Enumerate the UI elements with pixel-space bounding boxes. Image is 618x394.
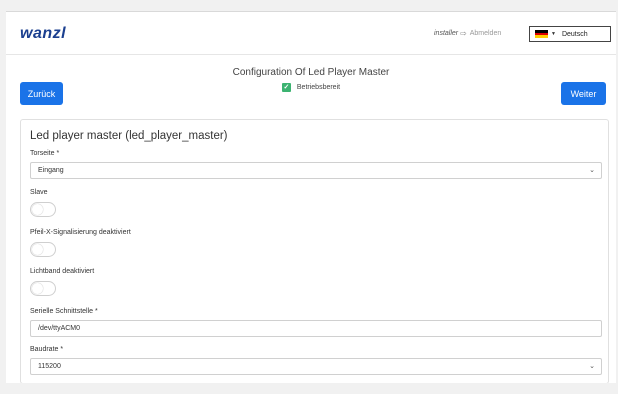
- chevron-down-icon: ⌄: [589, 363, 595, 370]
- chevron-down-icon: ⌄: [589, 167, 595, 174]
- torseite-label: Torseite *: [30, 150, 60, 157]
- bottom-bar: [0, 383, 618, 394]
- baud-label: Baudrate *: [30, 346, 64, 353]
- status-label: Betriebsbereit: [296, 84, 341, 91]
- language-select[interactable]: ▼ Deutsch: [529, 26, 611, 42]
- logo[interactable]: wanzl: [20, 25, 66, 43]
- card-title: Led player master (led_player_master): [30, 130, 228, 142]
- back-button[interactable]: Zurück: [20, 82, 63, 105]
- slave-label: Slave: [30, 189, 48, 196]
- logout-link[interactable]: ⇨ Abmelden: [460, 29, 501, 38]
- header: wanzl installer ⇨ Abmelden ▼ Deutsch: [6, 12, 616, 55]
- serial-label: Serielle Schnittstelle *: [30, 308, 98, 315]
- german-flag-icon: [535, 30, 548, 39]
- config-card: Led player master (led_player_master) To…: [20, 119, 609, 384]
- page: wanzl installer ⇨ Abmelden ▼ Deutsch Con…: [6, 11, 616, 384]
- next-button[interactable]: Weiter: [561, 82, 606, 105]
- toggle-knob: [32, 244, 43, 255]
- language-label: Deutsch: [561, 30, 588, 38]
- lichtband-toggle[interactable]: [30, 281, 56, 296]
- toggle-knob: [32, 204, 43, 215]
- check-icon: ✓: [281, 83, 291, 92]
- slave-toggle[interactable]: [30, 202, 56, 217]
- pfeil-label: Pfeil-X-Signalisierung deaktiviert: [30, 229, 131, 236]
- caret-down-icon: ▼: [551, 31, 556, 37]
- page-title: Configuration Of Led Player Master: [232, 67, 390, 78]
- baud-select[interactable]: 115200 ⌄: [30, 358, 602, 375]
- pfeil-toggle[interactable]: [30, 242, 56, 257]
- username: installer: [434, 30, 459, 37]
- toggle-knob: [32, 283, 43, 294]
- title-block: Configuration Of Led Player Master ✓ Bet…: [6, 67, 616, 92]
- serial-input[interactable]: /dev/ttyACM0: [30, 320, 602, 337]
- top-strip: [0, 0, 618, 11]
- logout-label: Abmelden: [469, 30, 502, 37]
- torseite-select[interactable]: Eingang ⌄: [30, 162, 602, 179]
- torseite-value: Eingang: [38, 167, 64, 174]
- logout-icon: ⇨: [460, 29, 467, 38]
- status: ✓ Betriebsbereit: [6, 83, 616, 92]
- lichtband-label: Lichtband deaktiviert: [30, 268, 95, 275]
- baud-value: 115200: [38, 363, 61, 370]
